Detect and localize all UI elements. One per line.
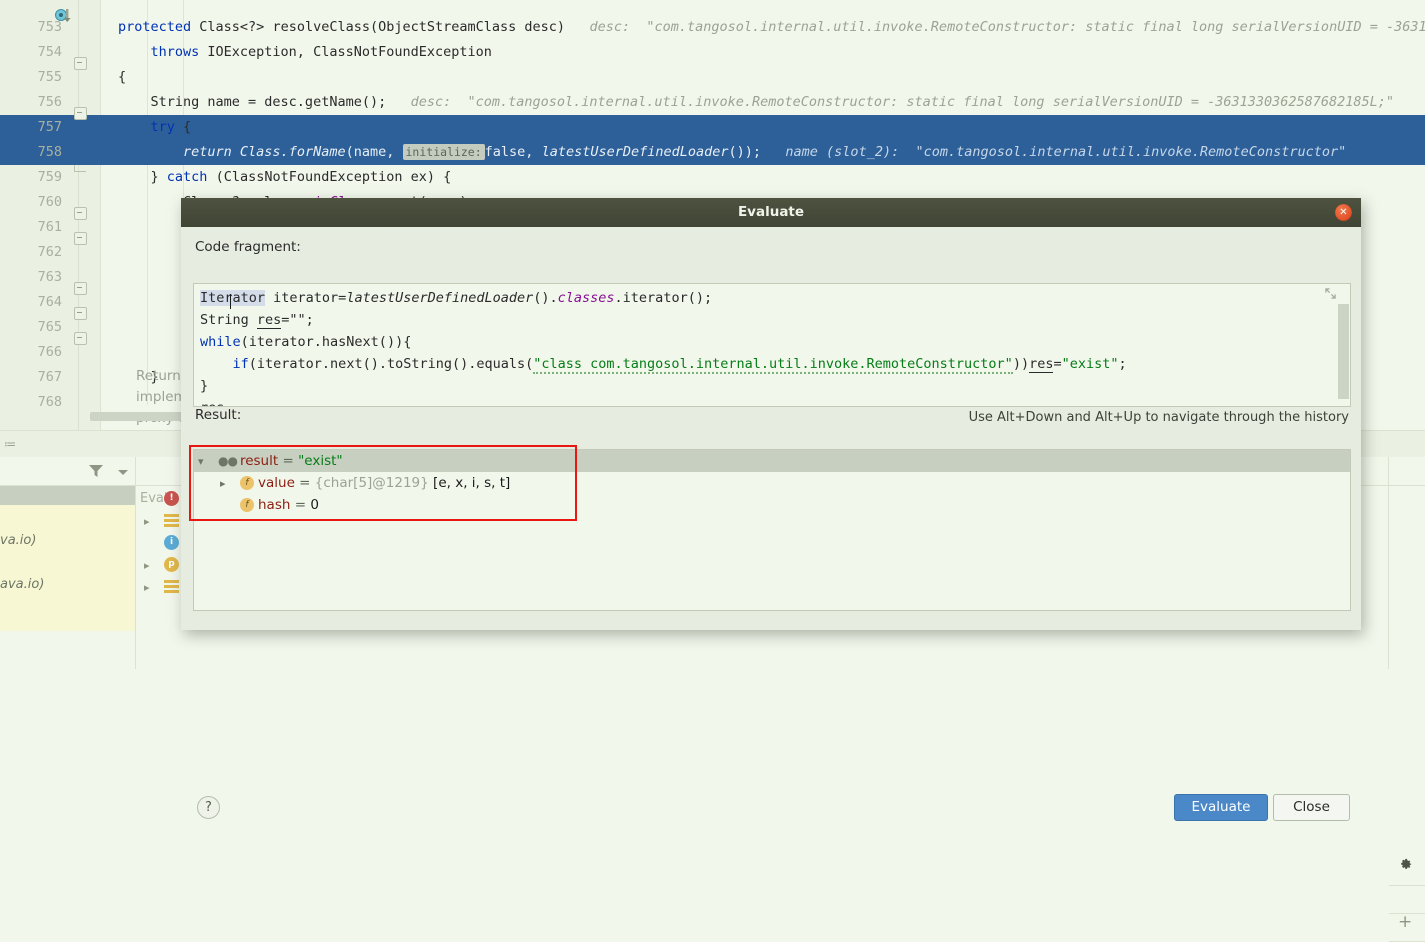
array-icon bbox=[164, 514, 179, 527]
code-text: try { bbox=[118, 115, 191, 140]
code-fragment-line[interactable]: res bbox=[200, 397, 224, 407]
evaluate-button[interactable]: Evaluate bbox=[1174, 794, 1268, 821]
gear-icon[interactable] bbox=[1398, 857, 1413, 876]
line-number: 757 bbox=[0, 115, 62, 140]
line-number: 763 bbox=[0, 265, 62, 290]
code-fragment-line[interactable]: Iterator iterator=latestUserDefinedLoade… bbox=[200, 287, 712, 309]
line-number: 768 bbox=[0, 390, 62, 415]
line-number: 753 bbox=[0, 15, 62, 40]
code-fragment-line[interactable]: } bbox=[200, 375, 208, 397]
code-line[interactable]: 756 String name = desc.getName(); desc: … bbox=[0, 90, 1425, 115]
evaluate-dialog[interactable]: Evaluate ✕ Code fragment: Iterator itera… bbox=[181, 198, 1361, 630]
plus-icon[interactable]: + bbox=[1398, 912, 1412, 932]
expand-arrow-icon[interactable]: ▸ bbox=[144, 515, 150, 528]
frames-list[interactable]: va.io) ava.io) bbox=[0, 505, 135, 631]
line-number: 762 bbox=[0, 240, 62, 265]
result-highlight-box bbox=[189, 445, 577, 521]
code-fragment-input[interactable]: Iterator iterator=latestUserDefinedLoade… bbox=[193, 283, 1351, 407]
info-icon: i bbox=[164, 535, 179, 550]
frame-label[interactable]: va.io) bbox=[0, 533, 36, 548]
code-line[interactable]: 757 try { bbox=[0, 115, 1425, 140]
code-fragment-label: Code fragment: bbox=[195, 239, 301, 255]
line-number: 758 bbox=[0, 140, 62, 165]
primitive-icon: p bbox=[164, 557, 179, 572]
frame-selected-row[interactable] bbox=[0, 486, 135, 505]
code-text: { bbox=[118, 65, 126, 90]
error-icon: ! bbox=[164, 491, 179, 506]
line-number: 756 bbox=[0, 90, 62, 115]
line-number: 760 bbox=[0, 190, 62, 215]
code-text: } catch (ClassNotFoundException ex) { bbox=[118, 165, 451, 190]
collapse-icon[interactable] bbox=[1325, 288, 1336, 302]
line-number: 764 bbox=[0, 290, 62, 315]
expand-arrow-icon[interactable]: ▸ bbox=[144, 581, 150, 594]
code-fragment-scrollbar[interactable] bbox=[1338, 304, 1349, 399]
line-number: 759 bbox=[0, 165, 62, 190]
code-fragment-line[interactable]: while(iterator.hasNext()){ bbox=[200, 331, 411, 353]
expand-arrow-icon[interactable]: ▸ bbox=[144, 559, 150, 572]
code-fragment-line[interactable]: if(iterator.next().toString().equals("cl… bbox=[200, 353, 1127, 375]
code-fragment-line[interactable]: String res=""; bbox=[200, 309, 314, 331]
line-number: 755 bbox=[0, 65, 62, 90]
array-icon bbox=[164, 580, 179, 593]
code-line[interactable]: 758 return Class.forName(name, initializ… bbox=[0, 140, 1425, 165]
line-number: 761 bbox=[0, 215, 62, 240]
code-line[interactable]: 754 throws IOException, ClassNotFoundExc… bbox=[0, 40, 1425, 65]
history-hint: Use Alt+Down and Alt+Up to navigate thro… bbox=[969, 410, 1349, 425]
result-label: Result: bbox=[195, 407, 241, 423]
frame-label[interactable]: ava.io) bbox=[0, 577, 44, 592]
code-text: return Class.forName(name, initialize:fa… bbox=[118, 140, 1346, 165]
filter-dropdown-arrow[interactable] bbox=[118, 470, 128, 475]
code-line[interactable]: 759 } catch (ClassNotFoundException ex) … bbox=[0, 165, 1425, 190]
code-text: protected Class<?> resolveClass(ObjectSt… bbox=[118, 15, 1425, 40]
dialog-title: Evaluate bbox=[181, 198, 1361, 227]
close-icon[interactable]: ✕ bbox=[1335, 204, 1352, 221]
filter-icon[interactable] bbox=[88, 464, 104, 482]
line-number: 765 bbox=[0, 315, 62, 340]
line-number: 767 bbox=[0, 365, 62, 390]
code-line[interactable]: 753 protected Class<?> resolveClass(Objec… bbox=[0, 15, 1425, 40]
dialog-body: Code fragment: Iterator iterator=latestU… bbox=[181, 227, 1361, 630]
panel-tab-icon[interactable]: ≔ bbox=[4, 437, 16, 451]
line-number: 754 bbox=[0, 40, 62, 65]
code-text: String name = desc.getName(); desc: "com… bbox=[118, 90, 1425, 115]
line-number: 766 bbox=[0, 340, 62, 365]
code-line[interactable]: 755 { bbox=[0, 65, 1425, 90]
panel-splitter-right[interactable] bbox=[1388, 457, 1389, 669]
code-text: throws IOException, ClassNotFoundExcepti… bbox=[118, 40, 492, 65]
cancel-button[interactable]: Close bbox=[1273, 794, 1350, 821]
help-button[interactable]: ? bbox=[197, 796, 220, 819]
